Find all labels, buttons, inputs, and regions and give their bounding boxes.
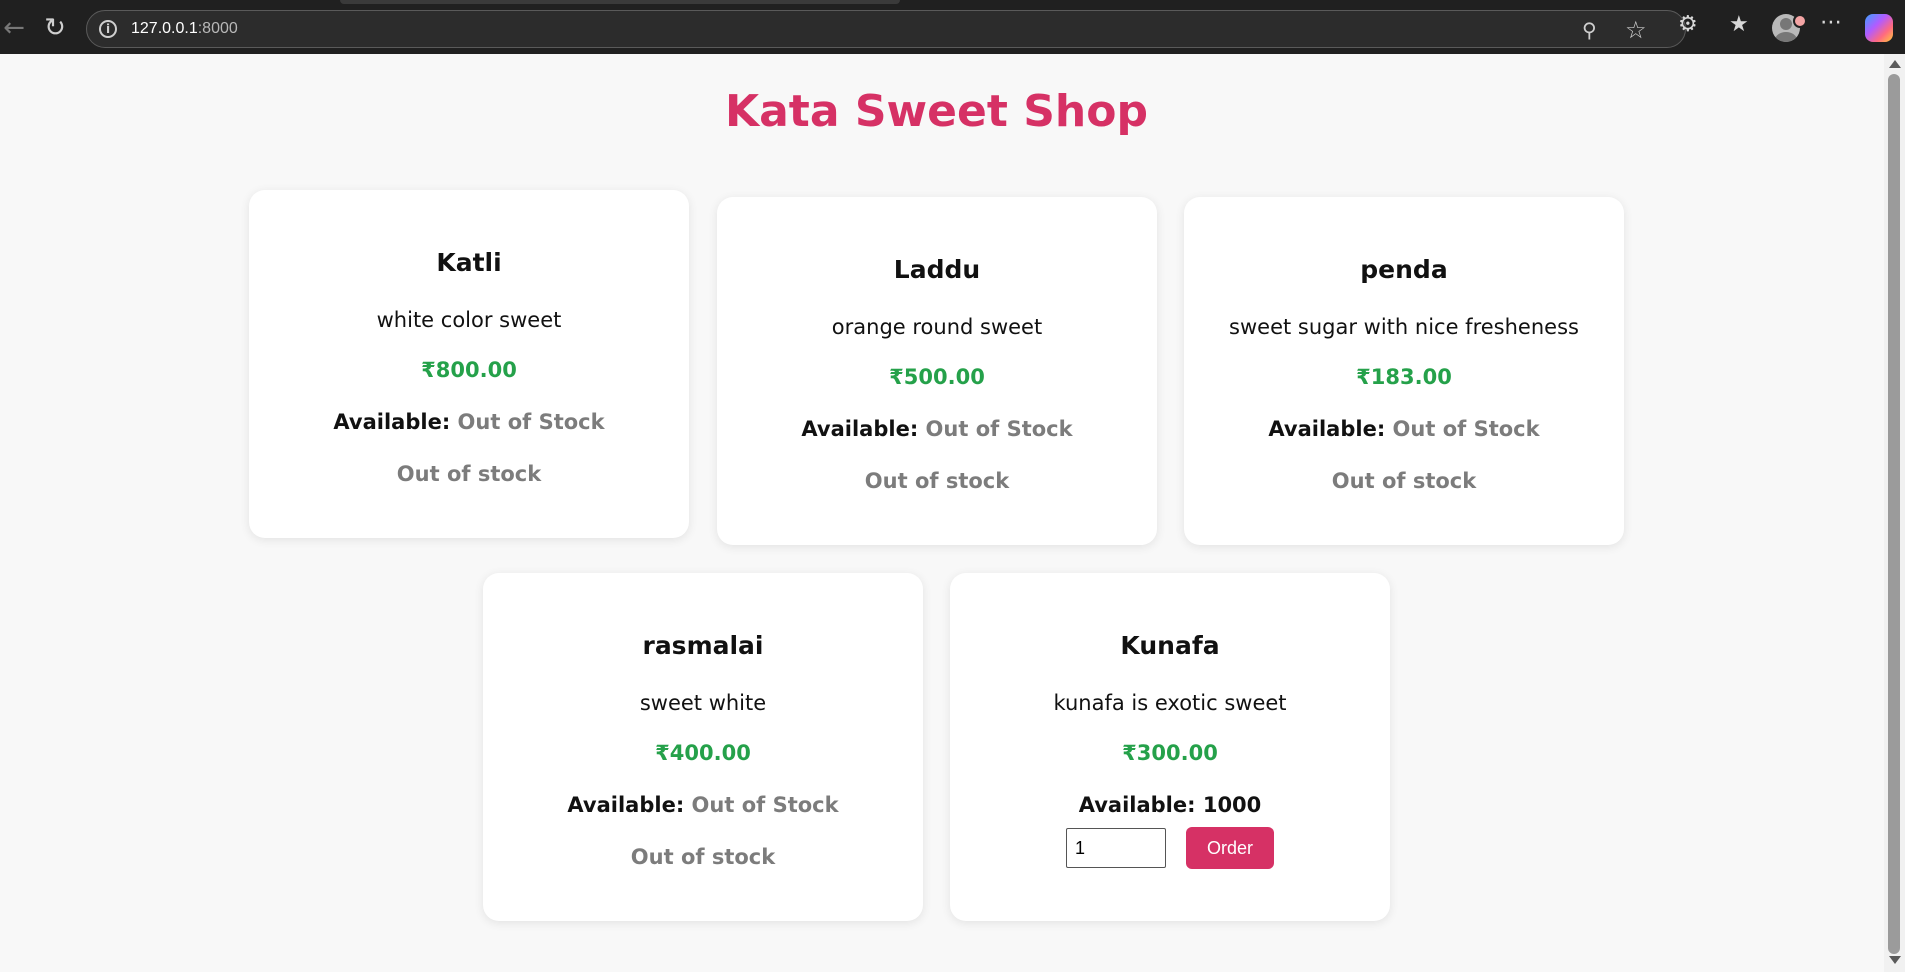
quantity-input[interactable] xyxy=(1066,828,1166,868)
availability-value: 1000 xyxy=(1202,793,1262,817)
favorites-icon[interactable]: ★ xyxy=(1729,12,1749,37)
sweet-name: Kunafa xyxy=(1120,631,1220,660)
stock-status: Out of stock xyxy=(396,462,542,486)
sweet-card-katli: Katli white color sweet ₹800.00 Availabl… xyxy=(249,190,689,538)
more-icon[interactable]: ⋯ xyxy=(1820,10,1842,35)
copilot-icon[interactable] xyxy=(1865,14,1893,42)
sweet-price: ₹300.00 xyxy=(1122,741,1218,765)
favorite-star-icon[interactable]: ☆ xyxy=(1625,16,1647,44)
sweet-card-penda: penda sweet sugar with nice fresheness ₹… xyxy=(1184,197,1624,545)
extensions-icon[interactable]: ⚙ xyxy=(1678,12,1698,37)
scroll-thumb[interactable] xyxy=(1888,74,1900,954)
browser-toolbar: ← ↻ i 127.0.0.1:8000 ⚲ ☆ ⚙ ★ ⋯ xyxy=(0,0,1905,54)
sweet-card-rasmalai: rasmalai sweet white ₹400.00 Available: … xyxy=(483,573,923,921)
availability-value: Out of Stock xyxy=(691,793,839,817)
availability-label: Available: xyxy=(1078,793,1196,817)
sweet-name: penda xyxy=(1360,255,1448,284)
back-icon[interactable]: ← xyxy=(0,8,34,48)
sweet-price: ₹800.00 xyxy=(421,358,517,382)
sweet-price: ₹183.00 xyxy=(1356,365,1452,389)
notification-dot xyxy=(1793,14,1807,28)
sweet-price: ₹500.00 xyxy=(889,365,985,389)
sweet-description: sweet sugar with nice fresheness xyxy=(1229,315,1579,339)
availability-label: Available: xyxy=(801,417,919,441)
sweet-name: rasmalai xyxy=(642,631,764,660)
availability-label: Available: xyxy=(1268,417,1386,441)
availability-label: Available: xyxy=(567,793,685,817)
availability-value: Out of Stock xyxy=(457,410,605,434)
availability-value: Out of Stock xyxy=(1392,417,1540,441)
stock-status: Out of stock xyxy=(864,469,1010,493)
sweet-name: Laddu xyxy=(893,255,981,284)
page-title: Kata Sweet Shop xyxy=(725,86,1148,137)
sweet-price: ₹400.00 xyxy=(655,741,751,765)
sweet-card-kunafa: Kunafa kunafa is exotic sweet ₹300.00 Av… xyxy=(950,573,1390,921)
page-scrollbar[interactable] xyxy=(1884,54,1905,972)
address-bar[interactable]: i 127.0.0.1:8000 ⚲ ☆ xyxy=(86,10,1686,48)
stock-status: Out of stock xyxy=(1331,469,1477,493)
order-form: Order xyxy=(950,827,1390,869)
scroll-up-arrow-icon[interactable] xyxy=(1889,60,1901,68)
sweet-description: kunafa is exotic sweet xyxy=(1053,691,1287,715)
order-button[interactable]: Order xyxy=(1186,827,1274,869)
sweet-description: white color sweet xyxy=(376,308,562,332)
sweet-card-laddu: Laddu orange round sweet ₹500.00 Availab… xyxy=(717,197,1157,545)
zoom-icon[interactable]: ⚲ xyxy=(1582,18,1597,42)
scroll-down-arrow-icon[interactable] xyxy=(1889,956,1901,964)
availability: Available: Out of Stock xyxy=(1184,417,1624,441)
sweet-name: Katli xyxy=(436,248,502,277)
reload-icon[interactable]: ↻ xyxy=(35,8,75,48)
url-text[interactable]: 127.0.0.1:8000 xyxy=(131,20,238,38)
availability-value: Out of Stock xyxy=(925,417,1073,441)
site-info-icon[interactable]: i xyxy=(99,20,117,38)
active-tab-edge xyxy=(340,0,900,4)
sweet-description: sweet white xyxy=(639,691,767,715)
sweet-description: orange round sweet xyxy=(831,315,1043,339)
stock-status: Out of stock xyxy=(630,845,776,869)
availability: Available: Out of Stock xyxy=(717,417,1157,441)
availability-label: Available: xyxy=(333,410,451,434)
availability: Available: 1000 xyxy=(950,793,1390,817)
availability: Available: Out of Stock xyxy=(483,793,923,817)
availability: Available: Out of Stock xyxy=(249,410,689,434)
